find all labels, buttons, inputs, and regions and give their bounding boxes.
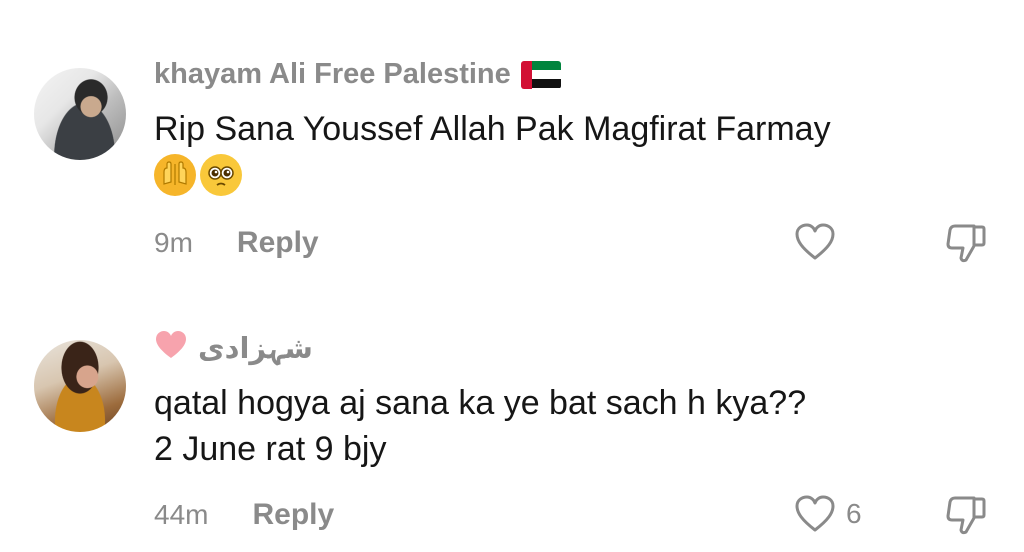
praying-hands-icon	[154, 154, 196, 196]
pink-heart-icon	[154, 330, 188, 367]
heart-icon[interactable]	[794, 494, 836, 534]
comment-username[interactable]: شہزادی	[154, 330, 313, 367]
comment-meta: 44m Reply	[154, 498, 334, 532]
like-button[interactable]	[794, 222, 846, 262]
comment-text-line-1: qatal hogya aj sana ka ye bat sach h kya…	[154, 384, 807, 422]
comment-text: Rip Sana Youssef Allah Pak Magfirat Farm…	[154, 110, 831, 148]
avatar[interactable]	[34, 340, 126, 432]
thumbs-down-icon[interactable]	[944, 222, 988, 266]
dislike-button[interactable]	[944, 494, 988, 543]
username-text[interactable]: khayam Ali Free Palestine	[154, 58, 511, 91]
comment-time: 9m	[154, 227, 193, 258]
heart-icon[interactable]	[794, 222, 836, 262]
uae-flag-icon	[520, 60, 561, 89]
like-button[interactable]: 6	[794, 494, 862, 534]
comment-text-line-2: 2 June rat 9 bjy	[154, 430, 387, 468]
dislike-button[interactable]	[944, 222, 988, 271]
like-count: 6	[846, 498, 862, 529]
comment-emojis	[154, 154, 242, 196]
avatar[interactable]	[34, 68, 126, 160]
thumbs-down-icon[interactable]	[944, 494, 988, 538]
reply-button[interactable]: Reply	[237, 226, 319, 260]
comment-time: 44m	[154, 499, 209, 530]
pleading-face-icon	[200, 154, 242, 196]
username-text[interactable]: شہزادی	[198, 331, 313, 366]
reply-button[interactable]: Reply	[252, 498, 334, 532]
comment-meta: 9m Reply	[154, 226, 319, 260]
comment-username[interactable]: khayam Ali Free Palestine	[154, 58, 561, 91]
